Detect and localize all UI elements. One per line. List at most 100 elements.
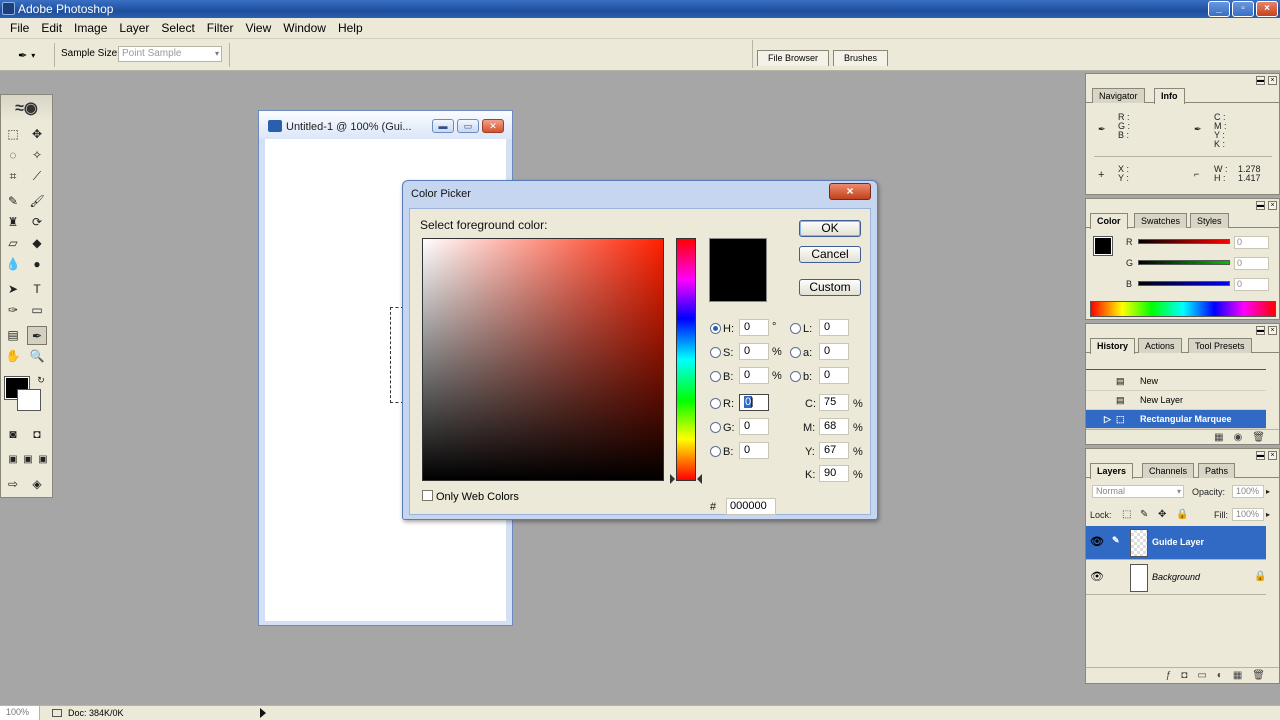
black-input[interactable]: 90: [819, 465, 849, 482]
lab-b-input[interactable]: 0: [819, 367, 849, 384]
dodge-tool-icon[interactable]: ●: [27, 255, 47, 274]
slider-g-track[interactable]: [1138, 260, 1230, 265]
lock-image-icon[interactable]: ✎: [1140, 509, 1148, 520]
zoom-level[interactable]: 100%: [0, 706, 40, 720]
lab-b-radio[interactable]: [790, 371, 801, 382]
opacity-arrow-icon[interactable]: ▸: [1266, 487, 1270, 496]
hue-slider-arrow-left[interactable]: [670, 474, 675, 484]
menu-window[interactable]: Window: [277, 18, 332, 38]
history-item-rectangular-marquee[interactable]: ▷ ⬚ Rectangular Marquee: [1086, 410, 1266, 429]
eraser-tool-icon[interactable]: ▱: [3, 234, 23, 253]
minimize-button[interactable]: _: [1208, 1, 1230, 17]
history-item-new-layer[interactable]: ▤ New Layer: [1086, 391, 1266, 410]
tab-info[interactable]: Info: [1154, 88, 1185, 104]
shape-tool-icon[interactable]: ▭: [27, 301, 47, 320]
brightness-input[interactable]: 0: [739, 367, 769, 384]
layer-background[interactable]: 👁 Background 🔒: [1086, 561, 1266, 595]
pen-tool-icon[interactable]: ✑: [3, 301, 23, 320]
layer-guide-layer[interactable]: 👁 ✎ Guide Layer: [1086, 526, 1266, 560]
layer-style-icon[interactable]: ƒ: [1166, 668, 1172, 683]
path-selection-tool-icon[interactable]: ➤: [3, 280, 23, 299]
screen-mode-full-icon[interactable]: ▣: [33, 450, 53, 469]
sample-size-select[interactable]: Point Sample ▾: [118, 46, 222, 62]
red-input[interactable]: 0: [739, 394, 769, 411]
slider-r-value[interactable]: 0: [1234, 236, 1269, 249]
slider-b-value[interactable]: 0: [1234, 278, 1269, 291]
doc-minimize-button[interactable]: ▬: [432, 119, 454, 133]
palette-close-button[interactable]: ×: [1268, 451, 1277, 460]
menu-edit[interactable]: Edit: [35, 18, 68, 38]
tab-paths[interactable]: Paths: [1198, 463, 1236, 478]
blue-input[interactable]: 0: [739, 442, 769, 459]
slice-tool-icon[interactable]: ⟋: [27, 167, 47, 186]
camera-icon[interactable]: ◉: [1234, 430, 1243, 445]
color-spectrum-bar[interactable]: [1090, 301, 1276, 317]
palette-close-button[interactable]: ×: [1268, 201, 1277, 210]
tool-preset-picker[interactable]: ✒ ▾: [8, 45, 50, 65]
background-color-swatch[interactable]: [17, 389, 41, 411]
eyedropper-tool-icon[interactable]: ✒: [27, 326, 47, 345]
blur-tool-icon[interactable]: 💧: [3, 255, 23, 274]
dialog-close-button[interactable]: ×: [829, 183, 871, 200]
magenta-input[interactable]: 68: [819, 418, 849, 435]
hex-input[interactable]: 000000: [726, 498, 776, 515]
brightness-radio[interactable]: [710, 371, 721, 382]
adjustment-layer-icon[interactable]: ◐: [1217, 668, 1223, 683]
lab-l-radio[interactable]: [790, 323, 801, 334]
palette-foreground-swatch[interactable]: [1093, 236, 1113, 256]
palette-minimize-button[interactable]: ▬: [1256, 201, 1265, 210]
only-web-colors-checkbox[interactable]: [422, 490, 433, 501]
fill-input[interactable]: 100%: [1232, 508, 1264, 521]
clone-stamp-tool-icon[interactable]: ♜: [3, 213, 23, 232]
custom-button[interactable]: Custom: [799, 279, 861, 296]
slider-r-track[interactable]: [1138, 239, 1230, 244]
tab-styles[interactable]: Styles: [1190, 213, 1229, 228]
menu-file[interactable]: File: [4, 18, 35, 38]
history-snapshot[interactable]: [1086, 354, 1266, 370]
move-tool-icon[interactable]: ✥: [27, 125, 47, 144]
cancel-button[interactable]: Cancel: [799, 246, 861, 263]
tab-tool-presets[interactable]: Tool Presets: [1188, 338, 1252, 353]
menu-view[interactable]: View: [239, 18, 277, 38]
notes-tool-icon[interactable]: ▤: [3, 326, 23, 345]
zoom-tool-icon[interactable]: 🔍: [27, 347, 47, 366]
doc-maximize-button[interactable]: ▭: [457, 119, 479, 133]
tab-swatches[interactable]: Swatches: [1134, 213, 1188, 228]
standard-mode-icon[interactable]: ◙: [3, 425, 23, 444]
doc-close-button[interactable]: ✕: [482, 119, 504, 133]
menu-image[interactable]: Image: [68, 18, 113, 38]
menu-layer[interactable]: Layer: [113, 18, 155, 38]
yellow-input[interactable]: 67: [819, 442, 849, 459]
green-input[interactable]: 0: [739, 418, 769, 435]
ok-button[interactable]: OK: [799, 220, 861, 237]
tab-layers[interactable]: Layers: [1090, 463, 1134, 479]
cyan-input[interactable]: 75: [819, 394, 849, 411]
lock-all-icon[interactable]: 🔒: [1176, 509, 1188, 520]
imageready-icon[interactable]: ◈: [27, 475, 47, 494]
lasso-tool-icon[interactable]: ◌: [3, 146, 23, 165]
trash-icon[interactable]: 🗑: [1252, 430, 1265, 445]
crop-tool-icon[interactable]: ⌗: [3, 167, 23, 186]
tab-color[interactable]: Color: [1090, 213, 1128, 229]
layer-mask-icon[interactable]: ◘: [1181, 668, 1187, 683]
green-radio[interactable]: [710, 422, 721, 433]
menu-select[interactable]: Select: [155, 18, 200, 38]
quick-mask-mode-icon[interactable]: ◘: [27, 425, 47, 444]
slider-b-track[interactable]: [1138, 281, 1230, 286]
palette-close-button[interactable]: ×: [1268, 76, 1277, 85]
saturation-input[interactable]: 0: [739, 343, 769, 360]
palette-close-button[interactable]: ×: [1268, 326, 1277, 335]
history-brush-tool-icon[interactable]: ⟳: [27, 213, 47, 232]
new-snapshot-icon[interactable]: ▦: [1214, 430, 1223, 445]
palette-minimize-button[interactable]: ▬: [1256, 326, 1265, 335]
opacity-input[interactable]: 100%: [1232, 485, 1264, 498]
saturation-radio[interactable]: [710, 347, 721, 358]
blend-mode-select[interactable]: Normal ▾: [1092, 485, 1184, 498]
tab-actions[interactable]: Actions: [1138, 338, 1182, 353]
healing-brush-tool-icon[interactable]: ✎: [3, 192, 23, 211]
new-layer-icon[interactable]: ▦: [1233, 668, 1242, 683]
menu-help[interactable]: Help: [332, 18, 369, 38]
status-menu-arrow-icon[interactable]: [260, 708, 266, 718]
brush-tool-icon[interactable]: 🖌: [27, 192, 47, 211]
hue-slider-arrow-right[interactable]: [697, 474, 702, 484]
